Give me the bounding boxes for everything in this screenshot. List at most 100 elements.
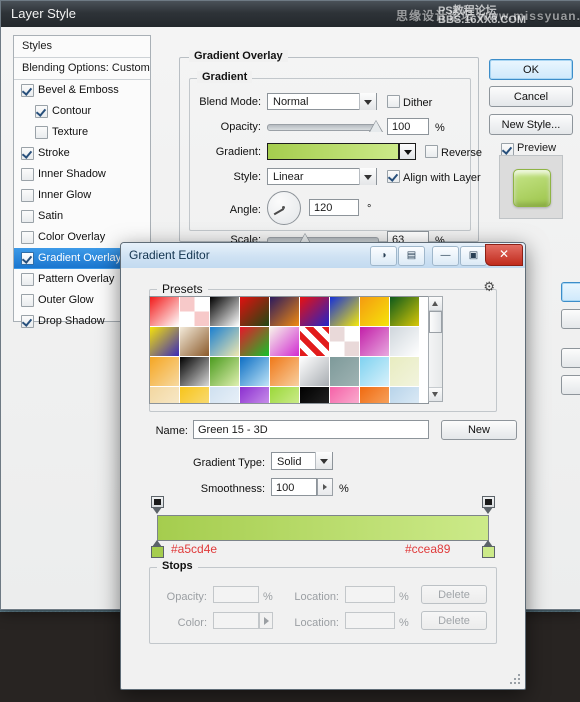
preset-swatch[interactable] [180,387,210,403]
preset-swatch[interactable] [240,357,270,387]
gradient-editor-ok-button[interactable]: OK [561,282,580,302]
gradient-preview-swatch[interactable] [267,143,399,160]
styles-list-item-checkbox[interactable] [21,189,34,202]
styles-panel-header[interactable]: Styles [14,36,150,58]
preset-swatch[interactable] [210,357,240,387]
styles-list-item-checkbox[interactable] [21,210,34,223]
styles-list-item-checkbox[interactable] [21,168,34,181]
gradient-picker-chevron-icon[interactable] [399,143,416,160]
preset-swatch[interactable] [330,297,360,327]
gradient-name-input[interactable]: Green 15 - 3D [193,420,429,439]
chevron-down-icon[interactable] [359,168,376,185]
styles-list-item-checkbox[interactable] [35,126,48,139]
preset-swatch[interactable] [210,327,240,357]
delete-color-stop-button[interactable]: Delete [421,611,487,630]
preset-swatch[interactable] [270,387,300,403]
angle-dial[interactable] [267,191,301,225]
opacity-slider-knob[interactable] [369,120,383,132]
angle-input[interactable]: 120 [309,199,359,216]
preset-swatch[interactable] [360,387,390,403]
window-group-icon[interactable]: ▤ [398,246,425,266]
maximize-icon[interactable]: ▣ [460,246,487,266]
stop-opacity-location-input[interactable] [345,586,395,603]
contrast-toggle-icon[interactable]: ◑ [370,246,397,266]
stop-opacity-input[interactable] [213,586,259,603]
cancel-button[interactable]: Cancel [489,86,573,107]
preset-swatch[interactable] [390,387,420,403]
gear-icon[interactable]: ⚙ [483,279,495,295]
preset-swatch[interactable] [390,357,420,387]
preset-swatch[interactable] [390,297,420,327]
preset-swatch[interactable] [150,387,180,403]
opacity-stop-left[interactable] [151,496,164,515]
preset-swatch[interactable] [210,297,240,327]
preset-swatch[interactable] [150,357,180,387]
preset-swatch[interactable] [330,327,360,357]
smoothness-input[interactable]: 100 [271,478,317,496]
preset-swatch[interactable] [210,387,240,403]
load-gradient-button[interactable]: Load... [561,348,580,368]
gradient-editor-cancel-button[interactable]: Cancel [561,309,580,329]
styles-list-item-checkbox[interactable] [21,315,34,328]
gradient-type-combo[interactable]: Solid [271,452,333,470]
preset-swatch[interactable] [300,327,330,357]
color-stop-right[interactable] [482,540,495,559]
styles-list-item-checkbox[interactable] [21,84,34,97]
new-style-button[interactable]: New Style... [489,114,573,135]
scrollbar-thumb[interactable] [429,311,442,333]
preset-swatch[interactable] [180,327,210,357]
resize-grip-icon[interactable] [510,674,522,686]
blend-mode-combo[interactable]: Normal [267,93,377,110]
chevron-down-icon[interactable] [359,93,376,110]
stop-color-picker-button[interactable] [259,612,273,629]
blending-options-row[interactable]: Blending Options: Custom [14,58,150,80]
preset-swatch[interactable] [330,387,360,403]
preset-swatch[interactable] [360,357,390,387]
styles-list-item-checkbox[interactable] [21,252,34,265]
style-combo[interactable]: Linear [267,168,377,185]
save-gradient-button[interactable]: Save... [561,375,580,395]
preset-swatch[interactable] [390,327,420,357]
stop-color-location-input[interactable] [345,612,395,629]
new-gradient-button[interactable]: New [441,420,517,440]
preset-swatch[interactable] [240,297,270,327]
ok-button[interactable]: OK [489,59,573,80]
preset-swatch[interactable] [300,357,330,387]
styles-list-item-contour[interactable]: Contour [14,101,150,122]
styles-list-item-inner-shadow[interactable]: Inner Shadow [14,164,150,185]
smoothness-stepper[interactable] [317,478,333,496]
opacity-input[interactable]: 100 [387,118,429,135]
gradient-editor-titlebar[interactable]: Gradient Editor ◑ ▤ — ▣ ✕ [121,243,525,269]
styles-list-item-checkbox[interactable] [21,294,34,307]
presets-list[interactable] [149,296,429,404]
preset-swatch[interactable] [270,357,300,387]
layer-style-titlebar[interactable]: Layer Style [1,1,580,28]
close-icon[interactable]: ✕ [485,244,523,266]
styles-list-item-satin[interactable]: Satin [14,206,150,227]
chevron-down-icon[interactable] [315,452,332,469]
preset-swatch[interactable] [330,357,360,387]
styles-list-item-checkbox[interactable] [21,231,34,244]
preset-swatch[interactable] [150,327,180,357]
minimize-icon[interactable]: — [432,246,459,266]
dither-checkbox[interactable] [387,95,400,108]
preset-swatch[interactable] [150,297,180,327]
styles-list-item-checkbox[interactable] [21,147,34,160]
opacity-stop-right[interactable] [482,496,495,515]
align-with-layer-checkbox[interactable] [387,170,400,183]
preset-swatch[interactable] [300,297,330,327]
preset-swatch[interactable] [240,387,270,403]
styles-list-item-stroke[interactable]: Stroke [14,143,150,164]
delete-opacity-stop-button[interactable]: Delete [421,585,487,604]
scroll-down-icon[interactable] [429,387,442,401]
gradient-bar[interactable] [157,515,489,541]
scroll-up-icon[interactable] [429,297,442,311]
preset-swatch[interactable] [240,327,270,357]
preset-swatch[interactable] [360,297,390,327]
stop-color-swatch[interactable] [213,612,259,629]
opacity-slider-track[interactable] [267,124,379,131]
preset-swatch[interactable] [360,327,390,357]
preset-swatch[interactable] [270,327,300,357]
color-stop-left[interactable] [151,540,164,559]
styles-list-item-checkbox[interactable] [35,105,48,118]
